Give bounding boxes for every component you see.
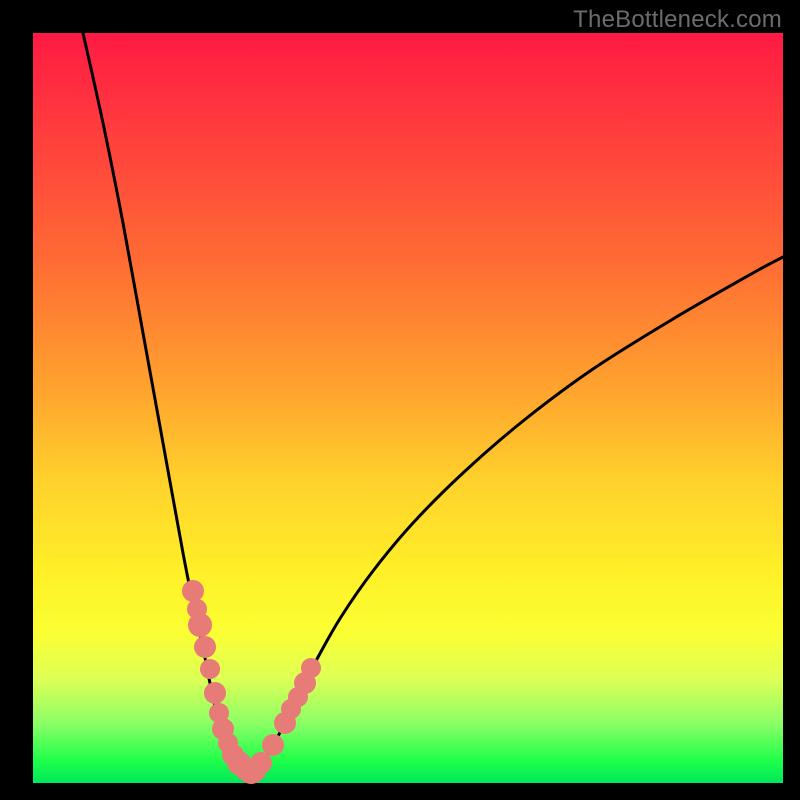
plot-area [33,33,783,783]
chart-frame: TheBottleneck.com [0,0,800,800]
data-dot [204,682,226,704]
data-dot [250,752,272,774]
watermark-text: TheBottleneck.com [573,6,782,34]
data-dot [262,734,284,756]
data-dot [182,580,204,602]
data-dots [182,580,321,784]
data-dot [200,659,220,679]
v-curve-path [83,33,783,774]
data-dot [301,658,321,678]
data-dot [194,636,216,658]
bottleneck-curve [83,33,783,774]
curve-layer [33,33,783,783]
data-dot [188,613,212,637]
